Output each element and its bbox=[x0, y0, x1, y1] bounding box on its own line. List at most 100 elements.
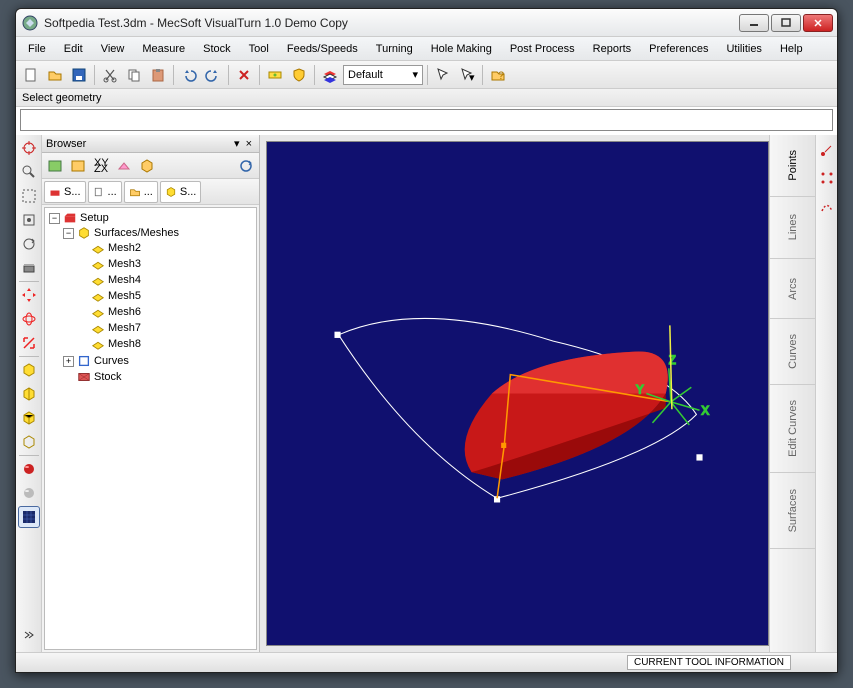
collapse-icon[interactable]: − bbox=[49, 213, 60, 224]
menu-feeds-speeds[interactable]: Feeds/Speeds bbox=[279, 40, 366, 58]
browser-tab-4[interactable]: S... bbox=[160, 181, 202, 203]
cut-icon[interactable] bbox=[99, 64, 121, 86]
command-input[interactable] bbox=[20, 109, 833, 131]
browser-tab-3[interactable]: ... bbox=[124, 181, 158, 203]
help-folder-icon[interactable]: ? bbox=[487, 64, 509, 86]
tree-node-curves[interactable]: + Curves bbox=[63, 354, 254, 368]
expand-icon[interactable]: + bbox=[63, 356, 74, 367]
browser-tb-5-icon[interactable] bbox=[136, 155, 158, 177]
browser-tb-refresh-icon[interactable] bbox=[235, 155, 257, 177]
cube-yellow-3-icon[interactable] bbox=[18, 407, 40, 429]
mesh-icon bbox=[91, 257, 105, 271]
menu-turning[interactable]: Turning bbox=[368, 40, 421, 58]
redo-icon[interactable] bbox=[202, 64, 224, 86]
status-bar: CURRENT TOOL INFORMATION bbox=[16, 652, 837, 672]
pan-icon[interactable] bbox=[18, 284, 40, 306]
right-tab-arcs[interactable]: Arcs bbox=[770, 259, 815, 319]
tree-node-stock[interactable]: Stock bbox=[63, 370, 254, 384]
right-tab-points[interactable]: Points bbox=[770, 135, 815, 197]
tree-node-setup[interactable]: − Setup bbox=[49, 211, 254, 225]
browser-tab-setup[interactable]: S... bbox=[44, 181, 86, 203]
zoom-window-icon[interactable] bbox=[18, 185, 40, 207]
undo-icon[interactable] bbox=[178, 64, 200, 86]
tree-node-surfaces-meshes[interactable]: − Surfaces/Meshes bbox=[63, 226, 254, 240]
zoom-extents-icon[interactable] bbox=[18, 209, 40, 231]
browser-tb-4-icon[interactable] bbox=[113, 155, 135, 177]
menu-tool[interactable]: Tool bbox=[241, 40, 277, 58]
right-tab-edit-curves[interactable]: Edit Curves bbox=[770, 385, 815, 473]
main-toolbar: Default▾ ▾ ? bbox=[16, 61, 837, 89]
menu-post-process[interactable]: Post Process bbox=[502, 40, 583, 58]
copy-icon[interactable] bbox=[123, 64, 145, 86]
menu-reports[interactable]: Reports bbox=[585, 40, 640, 58]
svg-text:▾: ▾ bbox=[469, 72, 475, 83]
browser-panel: Browser ▾ × XYZX S... ... ... S... bbox=[42, 135, 260, 652]
paste-icon[interactable] bbox=[147, 64, 169, 86]
close-button[interactable] bbox=[803, 14, 833, 32]
menu-help[interactable]: Help bbox=[772, 40, 811, 58]
pointer-icon[interactable] bbox=[432, 64, 454, 86]
sphere-gray-icon[interactable] bbox=[18, 482, 40, 504]
layer-combo[interactable]: Default▾ bbox=[343, 65, 423, 85]
cube-yellow-2-icon[interactable] bbox=[18, 383, 40, 405]
delete-icon[interactable] bbox=[233, 64, 255, 86]
cube-yellow-1-icon[interactable] bbox=[18, 359, 40, 381]
title-bar[interactable]: Softpedia Test.3dm - MecSoft VisualTurn … bbox=[16, 9, 837, 37]
menu-edit[interactable]: Edit bbox=[56, 40, 91, 58]
save-icon[interactable] bbox=[68, 64, 90, 86]
scale-icon[interactable] bbox=[18, 332, 40, 354]
toolbar-overflow-icon[interactable] bbox=[18, 624, 40, 646]
maximize-button[interactable] bbox=[771, 14, 801, 32]
cube-yellow-4-icon[interactable] bbox=[18, 431, 40, 453]
menu-preferences[interactable]: Preferences bbox=[641, 40, 716, 58]
menu-hole-making[interactable]: Hole Making bbox=[423, 40, 500, 58]
tree-node-mesh[interactable]: Mesh7 bbox=[77, 321, 254, 335]
point-single-icon[interactable] bbox=[816, 139, 838, 161]
orbit-icon[interactable] bbox=[18, 308, 40, 330]
tree-node-mesh[interactable]: Mesh4 bbox=[77, 273, 254, 287]
menu-utilities[interactable]: Utilities bbox=[718, 40, 769, 58]
minimize-button[interactable] bbox=[739, 14, 769, 32]
collapse-icon[interactable]: − bbox=[63, 228, 74, 239]
browser-tb-1-icon[interactable] bbox=[44, 155, 66, 177]
panel-menu-icon[interactable]: ▾ bbox=[231, 137, 243, 150]
axis-y-label: Y bbox=[636, 384, 644, 396]
command-prompt-label: Select geometry bbox=[22, 92, 101, 104]
shield-icon[interactable] bbox=[288, 64, 310, 86]
browser-toolbar: XYZX bbox=[42, 153, 259, 179]
mesh-icon bbox=[91, 337, 105, 351]
tree-node-mesh[interactable]: Mesh5 bbox=[77, 289, 254, 303]
menu-stock[interactable]: Stock bbox=[195, 40, 239, 58]
browser-tb-3-icon[interactable]: XYZX bbox=[90, 155, 112, 177]
grid-tool-icon[interactable] bbox=[18, 506, 40, 528]
viewport-3d[interactable]: X Y Z bbox=[266, 141, 769, 646]
right-tab-surfaces[interactable]: Surfaces bbox=[770, 473, 815, 549]
right-tab-curves[interactable]: Curves bbox=[770, 319, 815, 385]
browser-tab-2[interactable]: ... bbox=[88, 181, 122, 203]
stock-icon[interactable] bbox=[18, 257, 40, 279]
pointer-settings-icon[interactable]: ▾ bbox=[456, 64, 478, 86]
tree-node-mesh[interactable]: Mesh8 bbox=[77, 337, 254, 351]
tree-node-mesh[interactable]: Mesh3 bbox=[77, 257, 254, 271]
menu-bar: File Edit View Measure Stock Tool Feeds/… bbox=[16, 37, 837, 61]
window-title: Softpedia Test.3dm - MecSoft VisualTurn … bbox=[44, 16, 739, 30]
rotate-icon[interactable] bbox=[18, 233, 40, 255]
tree-node-mesh[interactable]: Mesh6 bbox=[77, 305, 254, 319]
new-icon[interactable] bbox=[20, 64, 42, 86]
right-tab-lines[interactable]: Lines bbox=[770, 197, 815, 259]
layers-icon[interactable] bbox=[319, 64, 341, 86]
point-grid-icon[interactable] bbox=[816, 167, 838, 189]
point-arc-icon[interactable] bbox=[816, 195, 838, 217]
sphere-red-icon[interactable] bbox=[18, 458, 40, 480]
browser-tb-2-icon[interactable] bbox=[67, 155, 89, 177]
panel-close-icon[interactable]: × bbox=[243, 138, 255, 150]
menu-file[interactable]: File bbox=[20, 40, 54, 58]
tree-node-mesh[interactable]: Mesh2 bbox=[77, 241, 254, 255]
browser-tree[interactable]: − Setup − Surfaces/Meshes bbox=[44, 207, 257, 650]
target-icon[interactable] bbox=[18, 137, 40, 159]
menu-measure[interactable]: Measure bbox=[134, 40, 193, 58]
zoom-icon[interactable] bbox=[18, 161, 40, 183]
level-icon[interactable] bbox=[264, 64, 286, 86]
open-icon[interactable] bbox=[44, 64, 66, 86]
menu-view[interactable]: View bbox=[93, 40, 133, 58]
